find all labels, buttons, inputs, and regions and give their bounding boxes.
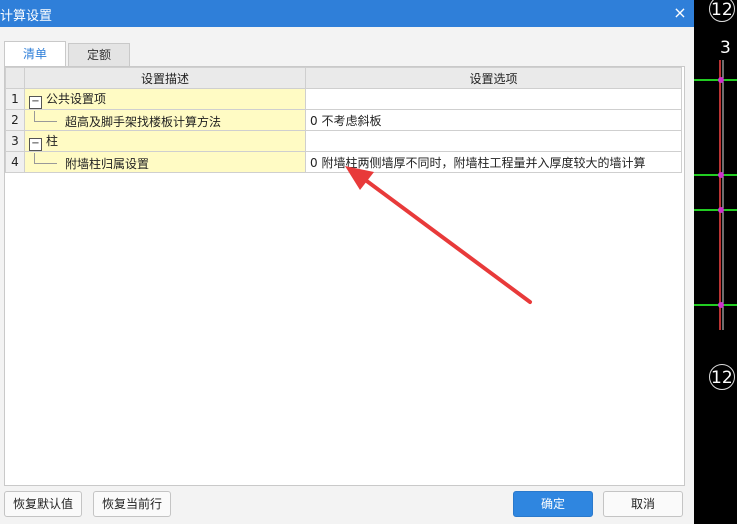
- cad-grid-lines: [694, 60, 737, 330]
- axis-label: 3: [720, 38, 731, 58]
- cad-drawing-background: 12 3 12: [694, 0, 737, 524]
- axis-label: 12: [711, 0, 733, 20]
- annotation-arrow-icon: [345, 166, 532, 304]
- axis-label: 12: [711, 368, 733, 388]
